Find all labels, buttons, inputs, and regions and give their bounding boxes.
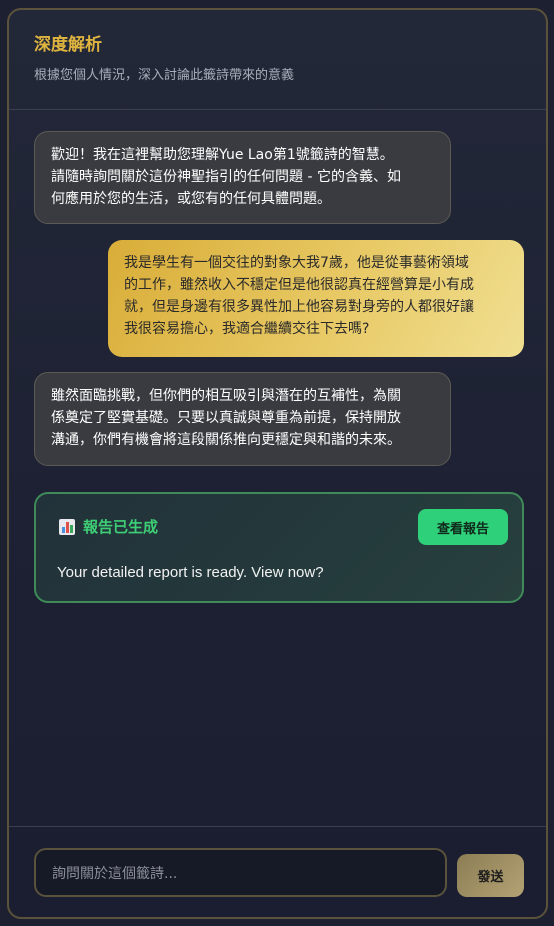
user-message: 我是學生有一個交往的對象大我7歲，他是從事藝術領域 的工作，雖然收入不穩定但是他… xyxy=(108,240,524,357)
chat-panel: 深度解析 根據您個人情況，深入討論此籤詩帶來的意義 歡迎！我在這裡幫助您理解Yu… xyxy=(7,8,548,919)
page-title: 深度解析 xyxy=(34,35,102,55)
report-card: 報告已生成 查看報告 Your detailed report is ready… xyxy=(34,492,524,603)
assistant-message: 歡迎！我在這裡幫助您理解Yue Lao第1號籤詩的智慧。 請隨時詢問關於這份神聖… xyxy=(34,131,451,224)
composer: 詢問關於這個籤詩... 發送 xyxy=(9,826,546,917)
report-title-row: 報告已生成 xyxy=(59,516,158,537)
chat-header: 深度解析 根據您個人情況，深入討論此籤詩帶來的意義 xyxy=(9,10,546,110)
report-message: Your detailed report is ready. View now? xyxy=(57,564,324,581)
bar-chart-icon xyxy=(59,518,75,535)
report-title: 報告已生成 xyxy=(83,518,159,536)
question-input[interactable]: 詢問關於這個籤詩... xyxy=(34,848,447,897)
send-button[interactable]: 發送 xyxy=(457,854,524,897)
view-report-button[interactable]: 查看報告 xyxy=(418,509,508,545)
page-subtitle: 根據您個人情況，深入討論此籤詩帶來的意義 xyxy=(34,68,295,83)
assistant-message: 雖然面臨挑戰，但你們的相互吸引與潛在的互補性，為關 係奠定了堅實基礎。只要以真誠… xyxy=(34,372,451,466)
